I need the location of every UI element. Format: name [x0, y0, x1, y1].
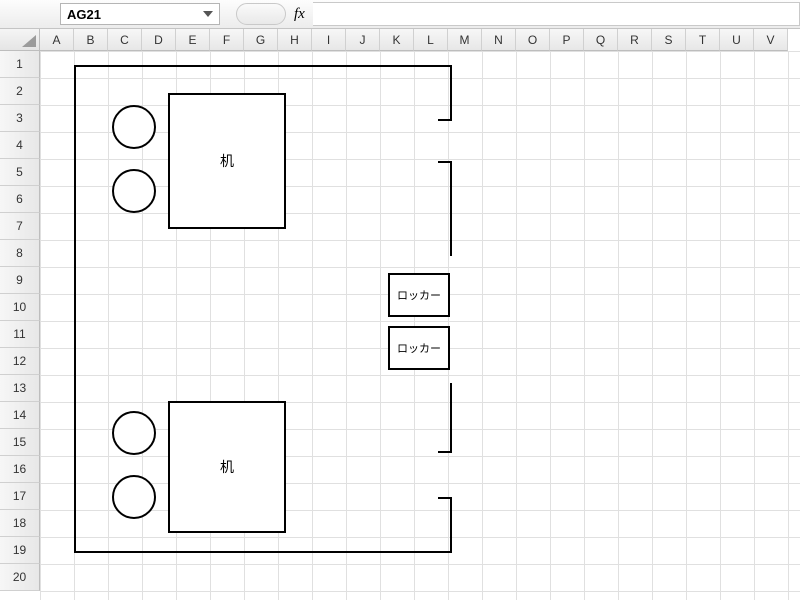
locker-shape-1[interactable]: ロッカー: [388, 273, 450, 317]
room-wall-bottom: [74, 551, 452, 553]
column-header[interactable]: C: [108, 29, 142, 51]
row-header[interactable]: 12: [0, 348, 40, 375]
row-header[interactable]: 4: [0, 132, 40, 159]
column-header[interactable]: V: [754, 29, 788, 51]
room-wall-right-seg3: [450, 383, 452, 451]
row-header[interactable]: 9: [0, 267, 40, 294]
row-header[interactable]: 6: [0, 186, 40, 213]
column-header[interactable]: I: [312, 29, 346, 51]
row-headers: 1234567891011121314151617181920: [0, 51, 40, 591]
row-header[interactable]: 13: [0, 375, 40, 402]
room-wall-left: [74, 65, 76, 553]
column-header[interactable]: L: [414, 29, 448, 51]
column-header[interactable]: O: [516, 29, 550, 51]
row-header[interactable]: 1: [0, 51, 40, 78]
row-header[interactable]: 5: [0, 159, 40, 186]
row-header[interactable]: 18: [0, 510, 40, 537]
door-cap-3b: [438, 497, 452, 499]
formula-input[interactable]: [313, 2, 800, 26]
column-header[interactable]: P: [550, 29, 584, 51]
drawing-layer: 机 机 ロッカー ロッカー: [40, 51, 800, 600]
column-header[interactable]: J: [346, 29, 380, 51]
chair-shape-4[interactable]: [112, 475, 156, 519]
room-wall-right-seg2: [450, 161, 452, 256]
column-header[interactable]: N: [482, 29, 516, 51]
row-header[interactable]: 10: [0, 294, 40, 321]
row-header[interactable]: 11: [0, 321, 40, 348]
row-header[interactable]: 3: [0, 105, 40, 132]
column-header[interactable]: F: [210, 29, 244, 51]
room-wall-right-seg4: [450, 497, 452, 553]
insert-function-pill[interactable]: [236, 3, 286, 25]
column-header[interactable]: Q: [584, 29, 618, 51]
locker-shape-2[interactable]: ロッカー: [388, 326, 450, 370]
locker-2-label: ロッカー: [390, 328, 448, 368]
column-header[interactable]: B: [74, 29, 108, 51]
column-header[interactable]: S: [652, 29, 686, 51]
row-header[interactable]: 2: [0, 78, 40, 105]
column-header[interactable]: A: [40, 29, 74, 51]
column-headers: ABCDEFGHIJKLMNOPQRSTUV: [40, 29, 788, 51]
door-cap-1a: [438, 119, 452, 121]
door-cap-1b: [438, 161, 452, 163]
cell-grid[interactable]: 机 机 ロッカー ロッカー: [40, 51, 800, 600]
select-all-corner[interactable]: [0, 29, 40, 51]
door-cap-3a: [438, 451, 452, 453]
column-header[interactable]: U: [720, 29, 754, 51]
chair-shape-1[interactable]: [112, 105, 156, 149]
room-wall-top: [74, 65, 452, 67]
column-header[interactable]: E: [176, 29, 210, 51]
formula-bar: AG21 fx: [0, 0, 800, 29]
worksheet: ABCDEFGHIJKLMNOPQRSTUV 12345678910111213…: [0, 29, 800, 600]
row-header[interactable]: 15: [0, 429, 40, 456]
column-header[interactable]: T: [686, 29, 720, 51]
fx-icon[interactable]: fx: [294, 6, 305, 23]
locker-1-label: ロッカー: [390, 275, 448, 315]
row-header[interactable]: 7: [0, 213, 40, 240]
dropdown-caret-icon[interactable]: [197, 11, 213, 17]
column-header[interactable]: K: [380, 29, 414, 51]
row-header[interactable]: 20: [0, 564, 40, 591]
name-box-value: AG21: [67, 7, 101, 22]
row-header[interactable]: 17: [0, 483, 40, 510]
desk-shape-2[interactable]: 机: [168, 401, 286, 533]
column-header[interactable]: D: [142, 29, 176, 51]
desk-2-label: 机: [170, 403, 284, 531]
column-header[interactable]: H: [278, 29, 312, 51]
name-box[interactable]: AG21: [60, 3, 220, 25]
fx-group: fx: [236, 3, 305, 25]
row-header[interactable]: 19: [0, 537, 40, 564]
column-header[interactable]: R: [618, 29, 652, 51]
chair-shape-2[interactable]: [112, 169, 156, 213]
row-header[interactable]: 16: [0, 456, 40, 483]
desk-shape-1[interactable]: 机: [168, 93, 286, 229]
row-header[interactable]: 8: [0, 240, 40, 267]
chair-shape-3[interactable]: [112, 411, 156, 455]
row-header[interactable]: 14: [0, 402, 40, 429]
room-wall-right-seg1: [450, 65, 452, 119]
column-header[interactable]: G: [244, 29, 278, 51]
desk-1-label: 机: [170, 95, 284, 227]
column-header[interactable]: M: [448, 29, 482, 51]
